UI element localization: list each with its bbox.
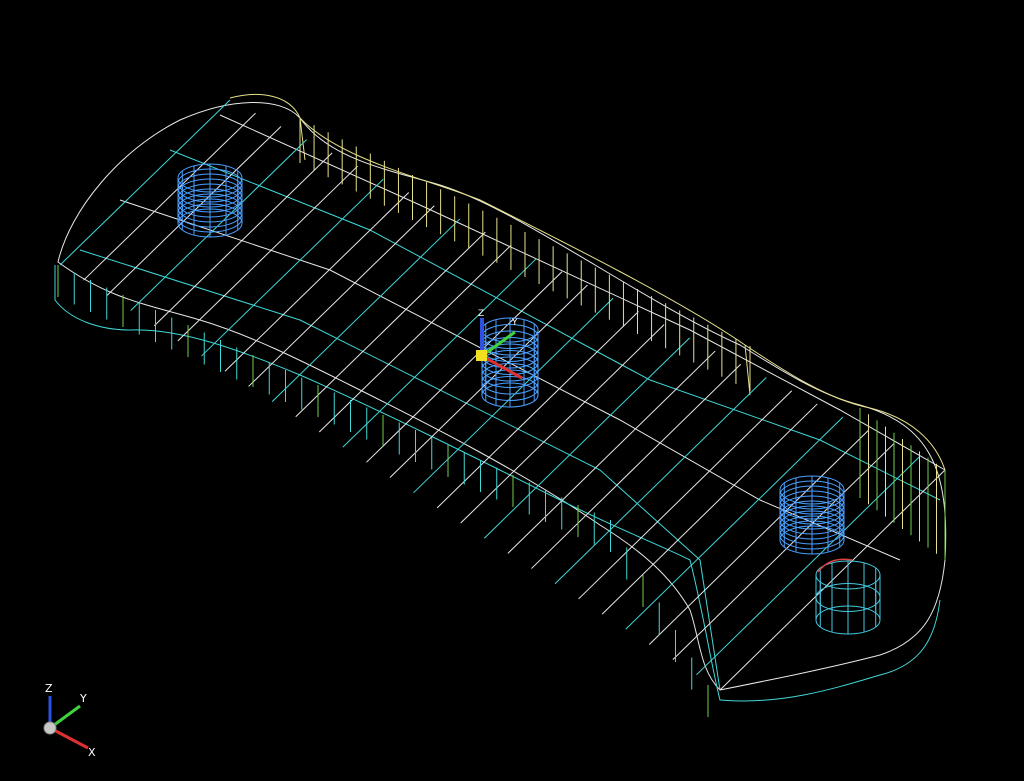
model-triad-y-label: Y bbox=[511, 318, 518, 328]
wireframe-scene[interactable]: Z Y Z Y X bbox=[0, 0, 1024, 781]
cross-isoparm bbox=[507, 350, 716, 554]
cross-isoparm bbox=[366, 271, 563, 463]
view-orientation-triad[interactable]: Z Y X bbox=[43, 682, 96, 759]
triad-x-label: X bbox=[88, 746, 96, 759]
model-triad-origin bbox=[476, 350, 487, 361]
lengthwise-isoparm bbox=[219, 114, 946, 471]
wireframe-part-body[interactable] bbox=[54, 93, 947, 702]
lengthwise-isoparm bbox=[79, 249, 721, 691]
holes-group bbox=[177, 163, 881, 635]
cross-isoparm bbox=[295, 231, 486, 418]
triad-origin-sphere bbox=[43, 721, 57, 735]
triad-z-label: Z bbox=[45, 682, 53, 695]
cross-isoparm bbox=[625, 416, 844, 630]
cross-isoparm bbox=[460, 324, 665, 524]
cross-isoparm bbox=[578, 390, 793, 600]
cross-isoparm bbox=[672, 443, 895, 661]
wireframe-isoparm-grid bbox=[57, 99, 946, 717]
cross-isoparm bbox=[59, 99, 231, 266]
cross-isoparm bbox=[201, 178, 384, 357]
triad-y-label: Y bbox=[79, 692, 87, 705]
cross-isoparm bbox=[531, 363, 742, 569]
cross-isoparm bbox=[130, 139, 307, 311]
cross-isoparm bbox=[648, 429, 869, 645]
model-triad-z-label: Z bbox=[478, 309, 484, 319]
3d-viewport[interactable]: Z Y Z Y X bbox=[0, 0, 1024, 781]
cross-isoparm bbox=[248, 205, 435, 387]
cross-isoparm bbox=[342, 258, 537, 448]
cross-isoparm bbox=[554, 377, 767, 585]
cross-isoparm bbox=[271, 218, 461, 402]
cross-isoparm bbox=[601, 403, 818, 615]
cross-isoparm bbox=[224, 192, 410, 372]
top-face-outline bbox=[57, 102, 947, 691]
